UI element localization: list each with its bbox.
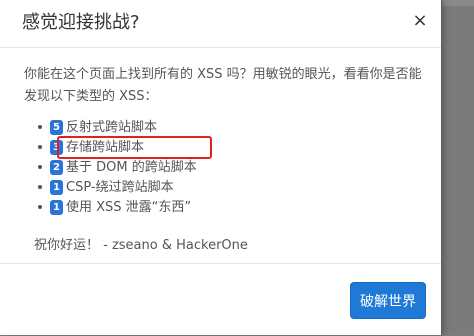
challenge-modal: 感觉迎接挑战? × 你能在这个页面上找到所有的 XSS 吗？用敏锐的眼光，看看你… <box>0 0 442 335</box>
hack-world-button[interactable]: 破解世界 <box>350 282 426 319</box>
modal-header: 感觉迎接挑战? × <box>0 0 441 48</box>
xss-type-list: 5 反射式跨站脚本 3 存储跨站脚本 2 基于 DOM 的跨站脚本 1 CSP-绕过跨站… <box>38 118 197 218</box>
list-item: 2 基于 DOM 的跨站脚本 <box>38 158 197 177</box>
count-badge: 2 <box>50 160 63 175</box>
list-item: 5 反射式跨站脚本 <box>38 118 197 137</box>
list-item-label: 使用 XSS 泄露“东西” <box>66 200 192 215</box>
modal-footer: 破解世界 <box>0 263 441 336</box>
close-icon[interactable]: × <box>410 10 430 32</box>
bullet-icon <box>38 205 42 209</box>
list-item: 1 CSP-绕过跨站脚本 <box>38 178 197 197</box>
bullet-icon <box>38 125 42 129</box>
list-item-label: 反射式跨站脚本 <box>66 120 158 135</box>
count-badge: 1 <box>50 200 63 215</box>
list-item-label: 基于 DOM 的跨站脚本 <box>66 160 197 175</box>
list-item-label: CSP-绕过跨站脚本 <box>66 180 174 195</box>
modal-intro-text: 你能在这个页面上找到所有的 XSS 吗？用敏锐的眼光，看看你是否能发现以下类型的… <box>24 67 422 104</box>
bullet-icon <box>38 145 42 149</box>
signoff-text: 祝你好运！ - zseano & HackerOne <box>34 238 248 253</box>
list-item: 1 使用 XSS 泄露“东西” <box>38 198 197 217</box>
count-badge: 1 <box>50 180 63 195</box>
highlight-box <box>57 136 212 159</box>
modal-title: 感觉迎接挑战? <box>22 12 140 33</box>
bullet-icon <box>38 165 42 169</box>
bullet-icon <box>38 185 42 189</box>
count-badge: 5 <box>50 120 63 135</box>
